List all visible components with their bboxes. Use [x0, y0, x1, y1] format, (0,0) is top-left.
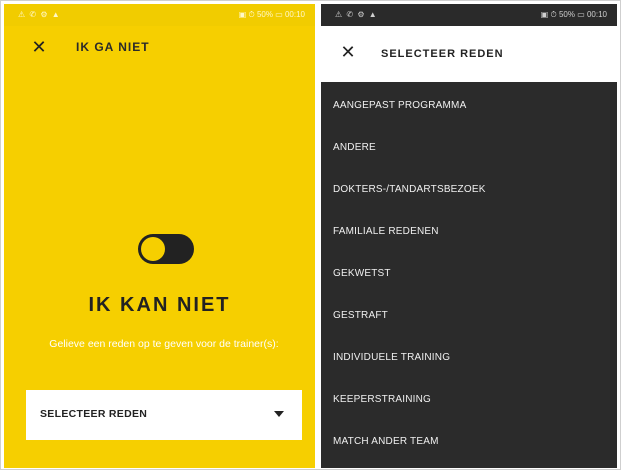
status-icons-right: ▣ ⏱ 50% ▭ 00:10: [540, 10, 607, 19]
reason-option-label: GESTRAFT: [333, 310, 388, 321]
right-screen: ⚠ ✆ ⚙ ▲ ▣ ⏱ 50% ▭ 00:10 ✕ SELECTEER REDE…: [321, 4, 617, 468]
reason-option-label: ANDERE: [333, 142, 376, 153]
instruction-text: Gelieve een reden op te geven voor de tr…: [49, 338, 279, 350]
status-icons-left: ⚠ ✆ ⚙ ▲: [18, 10, 61, 19]
reason-option-label: FAMILIALE REDENEN: [333, 226, 439, 237]
chevron-down-icon: [274, 411, 284, 417]
page-title: IK GA NIET: [76, 40, 150, 54]
reason-option-label: MATCH ANDER TEAM: [333, 436, 439, 447]
top-bar: ✕ SELECTEER REDEN: [321, 26, 617, 82]
page-title: SELECTEER REDEN: [381, 48, 504, 60]
status-icons-left: ⚠ ✆ ⚙ ▲: [335, 10, 378, 19]
reason-select[interactable]: SELECTEER REDEN: [26, 390, 302, 440]
status-bar: ⚠ ✆ ⚙ ▲ ▣ ⏱ 50% ▭ 00:10: [4, 4, 315, 26]
availability-toggle[interactable]: [138, 234, 194, 264]
reason-option[interactable]: FAMILIALE REDENEN: [321, 210, 617, 252]
reason-option[interactable]: AANGEPAST PROGRAMMA: [321, 84, 617, 126]
reason-option[interactable]: ANDERE: [321, 126, 617, 168]
reason-option-label: INDIVIDUELE TRAINING: [333, 352, 451, 363]
status-bar: ⚠ ✆ ⚙ ▲ ▣ ⏱ 50% ▭ 00:10: [321, 4, 617, 26]
reason-option[interactable]: DOKTERS-/TANDARTSBEZOEK: [321, 168, 617, 210]
close-icon[interactable]: ✕: [339, 43, 357, 61]
top-bar: ✕ IK GA NIET: [4, 26, 315, 70]
reason-option-label: AANGEPAST PROGRAMMA: [333, 100, 467, 111]
reason-select-label: SELECTEER REDEN: [40, 408, 148, 420]
reason-list: AANGEPAST PROGRAMMA ANDERE DOKTERS-/TAND…: [321, 84, 617, 462]
reason-option[interactable]: KEEPERSTRAINING: [321, 378, 617, 420]
reason-option-label: GEKWETST: [333, 268, 391, 279]
reason-option[interactable]: MATCH ANDER TEAM: [321, 420, 617, 462]
reason-option-label: DOKTERS-/TANDARTSBEZOEK: [333, 184, 486, 195]
close-icon[interactable]: ✕: [30, 38, 48, 56]
reason-option[interactable]: INDIVIDUELE TRAINING: [321, 336, 617, 378]
status-heading: IK KAN NIET: [88, 294, 231, 316]
left-screen: ⚠ ✆ ⚙ ▲ ▣ ⏱ 50% ▭ 00:10 ✕ IK GA NIET IK …: [4, 4, 315, 468]
status-icons-right: ▣ ⏱ 50% ▭ 00:10: [238, 10, 305, 19]
reason-option-label: KEEPERSTRAINING: [333, 394, 432, 405]
reason-option[interactable]: GESTRAFT: [321, 294, 617, 336]
reason-option[interactable]: GEKWETST: [321, 252, 617, 294]
toggle-knob: [141, 237, 165, 261]
